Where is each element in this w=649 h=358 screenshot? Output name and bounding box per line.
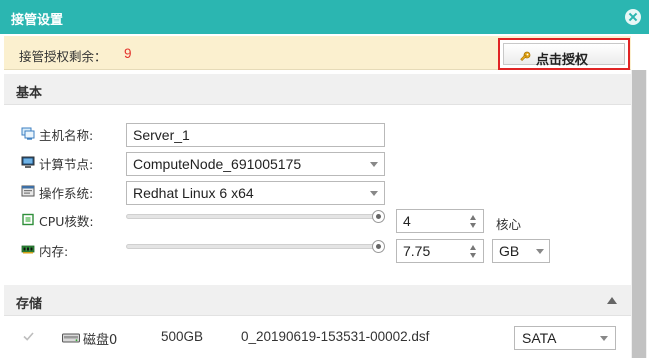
dialog-body: 接管授权剩余： 9 点击授权 基本 主机名称: Server_1 计算节点: C… xyxy=(0,34,649,358)
monitor-icon xyxy=(21,156,35,168)
storage-section-title: 存储 xyxy=(16,297,43,312)
disk-file: 0_20190619-153531-00002.dsf xyxy=(241,329,430,344)
authorize-button[interactable]: 点击授权 xyxy=(503,43,625,68)
cpu-spinner[interactable]: 4 xyxy=(396,209,484,233)
license-remaining-label: 接管授权剩余： xyxy=(19,49,107,64)
cpu-unit: 核心 xyxy=(496,217,522,232)
chevron-down-icon xyxy=(600,336,608,341)
hostname-input[interactable]: Server_1 xyxy=(126,123,385,147)
host-icon xyxy=(21,127,35,140)
hostname-label: 主机名称: xyxy=(39,128,94,143)
compute-node-label: 计算节点: xyxy=(39,157,94,172)
cpu-slider-handle[interactable] xyxy=(371,210,385,223)
memory-spinner[interactable]: 7.75 xyxy=(396,239,484,263)
compute-node-value: ComputeNode_691005175 xyxy=(133,156,302,172)
basic-section-header: 基本 xyxy=(4,74,631,105)
os-value: Redhat Linux 6 x64 xyxy=(133,185,254,201)
memory-unit-select[interactable]: GB xyxy=(492,239,550,263)
memory-slider-handle[interactable] xyxy=(371,240,385,253)
chevron-down-icon xyxy=(536,249,544,254)
scrollbar-thumb[interactable] xyxy=(632,70,646,358)
collapse-up-icon[interactable] xyxy=(607,297,617,304)
key-icon xyxy=(520,51,531,62)
cpu-slider[interactable] xyxy=(126,214,378,219)
dialog-title: 接管设置 xyxy=(11,13,64,28)
cpu-label: CPU核数: xyxy=(39,214,94,229)
compute-node-select[interactable]: ComputeNode_691005175 xyxy=(126,152,385,176)
scrollbar[interactable] xyxy=(631,70,647,358)
storage-section-header[interactable]: 存储 xyxy=(4,285,631,316)
spin-up-icon[interactable] xyxy=(470,215,476,220)
os-icon xyxy=(21,185,35,197)
spin-up-icon[interactable] xyxy=(470,245,476,250)
disk-checkbox[interactable] xyxy=(22,330,35,343)
close-icon[interactable] xyxy=(625,9,641,25)
spin-down-icon[interactable] xyxy=(470,223,476,228)
authorize-button-highlight: 点击授权 xyxy=(498,38,630,70)
license-remaining-count: 9 xyxy=(124,46,132,61)
cpu-value: 4 xyxy=(403,213,411,229)
memory-label: 内存: xyxy=(39,244,69,259)
spin-down-icon[interactable] xyxy=(470,253,476,258)
memory-icon xyxy=(21,245,35,254)
memory-slider[interactable] xyxy=(126,244,378,249)
chevron-down-icon xyxy=(370,162,378,167)
disk-bus-value: SATA xyxy=(522,330,557,346)
disk-name: 磁盘0 xyxy=(83,333,118,348)
disk-icon xyxy=(62,333,80,343)
authorize-button-label: 点击授权 xyxy=(536,53,589,68)
os-label: 操作系统: xyxy=(39,186,94,201)
memory-value: 7.75 xyxy=(403,243,431,259)
chevron-down-icon xyxy=(370,191,378,196)
dialog-titlebar: 接管设置 xyxy=(0,0,649,34)
cpu-icon xyxy=(22,213,34,226)
disk-size: 500GB xyxy=(161,329,204,344)
table-row: 磁盘0 500GB 0_20190619-153531-00002.dsf SA… xyxy=(4,322,631,358)
memory-unit-value: GB xyxy=(499,243,520,259)
os-select[interactable]: Redhat Linux 6 x64 xyxy=(126,181,385,205)
license-banner: 接管授权剩余： 9 点击授权 xyxy=(4,36,631,70)
basic-section-title: 基本 xyxy=(16,86,43,101)
disk-bus-select[interactable]: SATA xyxy=(514,326,616,350)
